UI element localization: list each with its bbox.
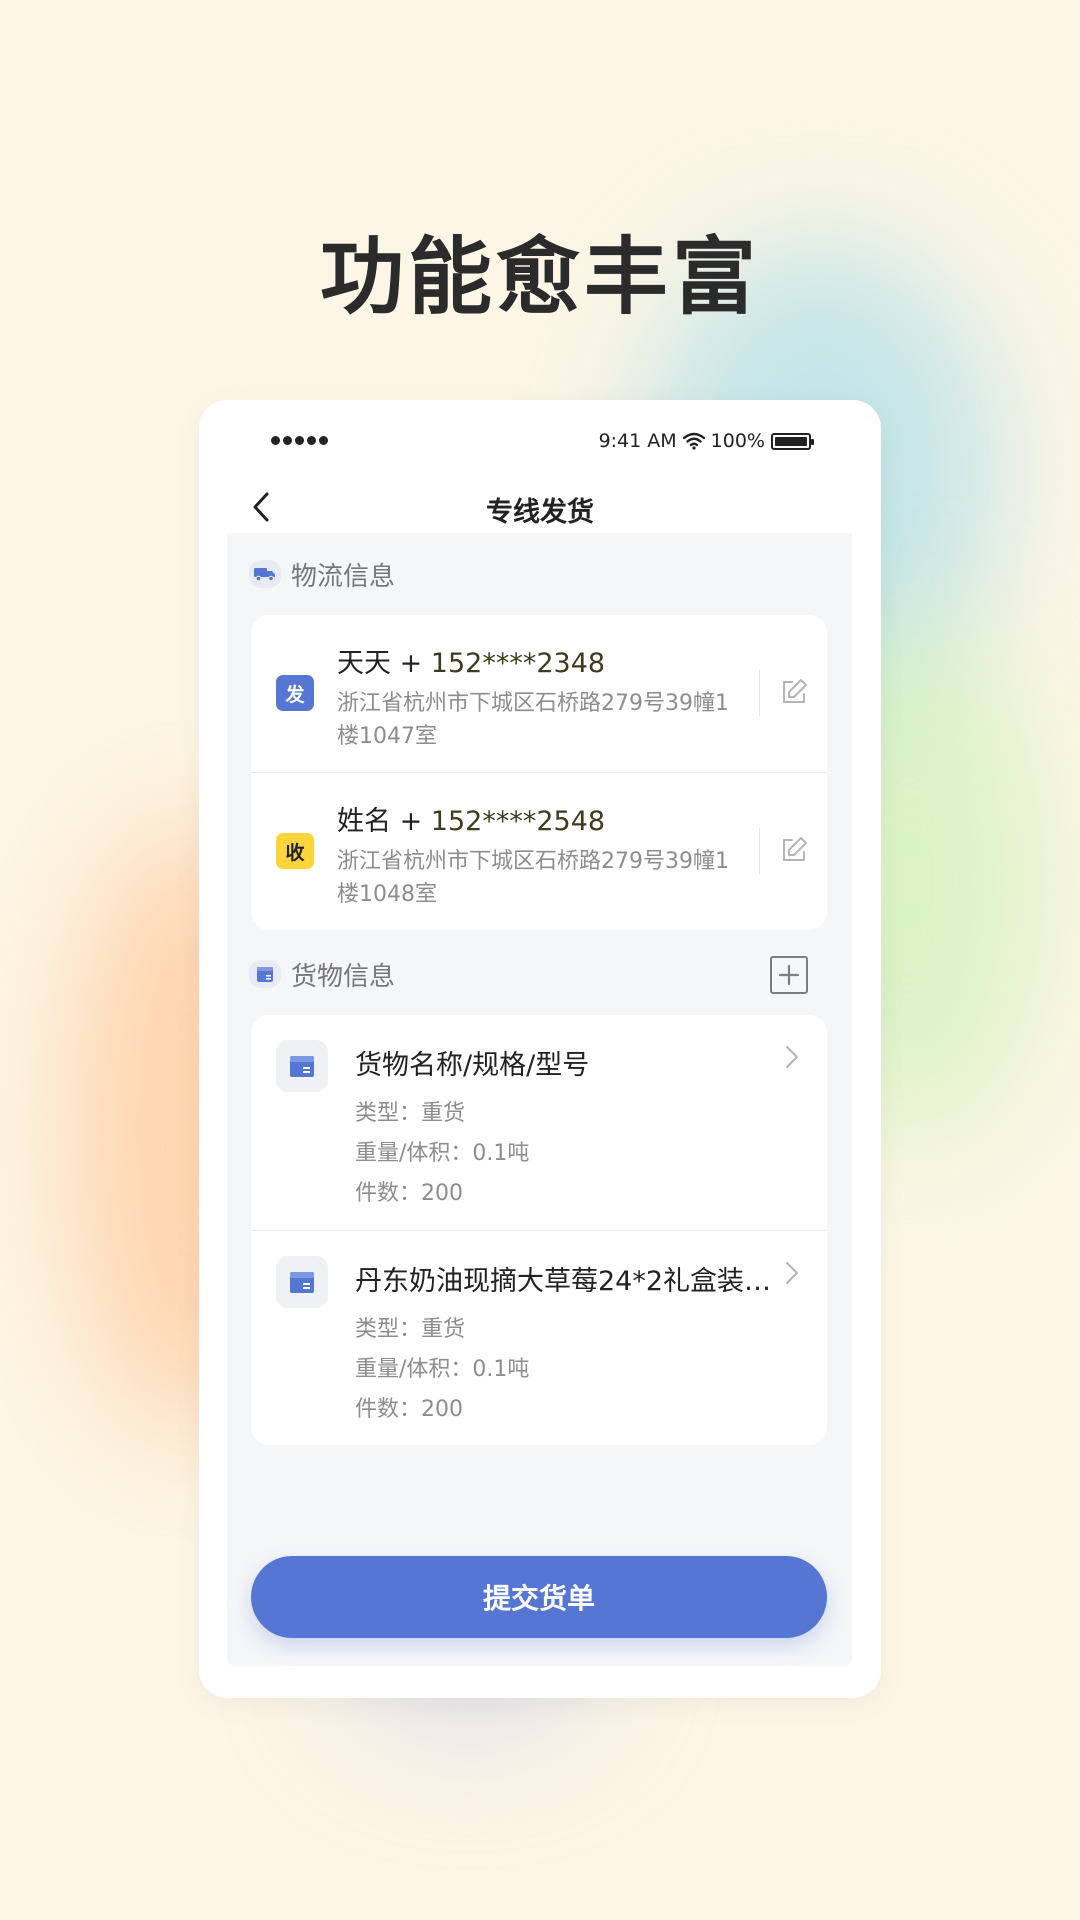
status-time: 9:41 AM	[598, 430, 677, 452]
goods-weight: 重量/体积：0.1吨	[355, 1357, 530, 1382]
box-icon	[249, 960, 281, 988]
chevron-right-icon[interactable]	[779, 1257, 803, 1289]
logistics-section-header: 物流信息	[249, 554, 395, 594]
goods-item[interactable]: 货物名称/规格/型号 类型：重货 重量/体积：0.1吨 件数：200	[251, 1015, 827, 1230]
nav-bar: 专线发货	[199, 480, 881, 534]
receiver-badge: 收	[276, 833, 314, 869]
goods-name: 货物名称/规格/型号	[355, 1050, 590, 1081]
truck-icon	[249, 560, 281, 588]
sender-name-line: 天天 + 152****2348	[337, 641, 605, 680]
goods-count: 件数：200	[355, 1181, 463, 1206]
goods-item[interactable]: 丹东奶油现摘大草莓24*2礼盒装… 类型：重货 重量/体积：0.1吨 件数：20…	[251, 1230, 827, 1445]
signal-dots-icon	[271, 436, 328, 445]
sender-badge: 发	[276, 675, 314, 711]
content-area: 物流信息 发 天天 + 152****2348 浙江省杭州市下城区石桥路279号…	[227, 533, 852, 1666]
add-goods-plus-icon[interactable]	[770, 956, 808, 994]
sender-edit-icon[interactable]	[779, 677, 809, 707]
status-right: 9:41 AM 100%	[598, 430, 814, 452]
sender-row[interactable]: 发 天天 + 152****2348 浙江省杭州市下城区石桥路279号39幢1楼…	[251, 615, 827, 772]
battery-percent: 100%	[710, 430, 765, 452]
sender-name: 天天 +	[337, 648, 431, 679]
goods-weight: 重量/体积：0.1吨	[355, 1141, 530, 1166]
receiver-divider	[759, 828, 760, 874]
goods-type: 类型：重货	[355, 1317, 466, 1342]
goods-type: 类型：重货	[355, 1101, 466, 1126]
promo-headline: 功能愈丰富	[319, 228, 760, 326]
receiver-name-line: 姓名 + 152****2548	[337, 799, 605, 838]
goods-box-icon	[276, 1256, 328, 1308]
receiver-name: 姓名 +	[337, 806, 431, 837]
sender-address: 浙江省杭州市下城区石桥路279号39幢1楼1047室	[337, 691, 729, 749]
goods-count: 件数：200	[355, 1397, 463, 1422]
goods-box-icon	[276, 1040, 328, 1092]
logistics-card: 发 天天 + 152****2348 浙江省杭州市下城区石桥路279号39幢1楼…	[251, 615, 827, 930]
goods-section-header: 货物信息	[249, 954, 395, 994]
chevron-right-icon[interactable]	[779, 1041, 803, 1073]
receiver-edit-icon[interactable]	[779, 835, 809, 865]
page-title: 专线发货	[486, 497, 594, 528]
logistics-section-label: 物流信息	[291, 561, 396, 592]
goods-card: 货物名称/规格/型号 类型：重货 重量/体积：0.1吨 件数：200 丹东奶油现…	[251, 1015, 827, 1445]
receiver-row[interactable]: 收 姓名 + 152****2548 浙江省杭州市下城区石桥路279号39幢1楼…	[251, 772, 827, 929]
status-bar: 9:41 AM 100%	[199, 400, 881, 480]
submit-order-button[interactable]: 提交货单	[251, 1556, 827, 1638]
goods-name: 丹东奶油现摘大草莓24*2礼盒装…	[355, 1266, 772, 1297]
phone-mockup: 9:41 AM 100% 专线发货 物流信息 发 天天 + 152****234…	[199, 400, 881, 1698]
battery-icon	[771, 432, 814, 450]
sender-phone: 152****2348	[430, 648, 606, 679]
sender-divider	[759, 670, 760, 716]
goods-section-label: 货物信息	[291, 961, 396, 992]
receiver-address: 浙江省杭州市下城区石桥路279号39幢1楼1048室	[337, 849, 729, 907]
wifi-icon	[682, 432, 705, 450]
receiver-phone: 152****2548	[430, 806, 606, 837]
